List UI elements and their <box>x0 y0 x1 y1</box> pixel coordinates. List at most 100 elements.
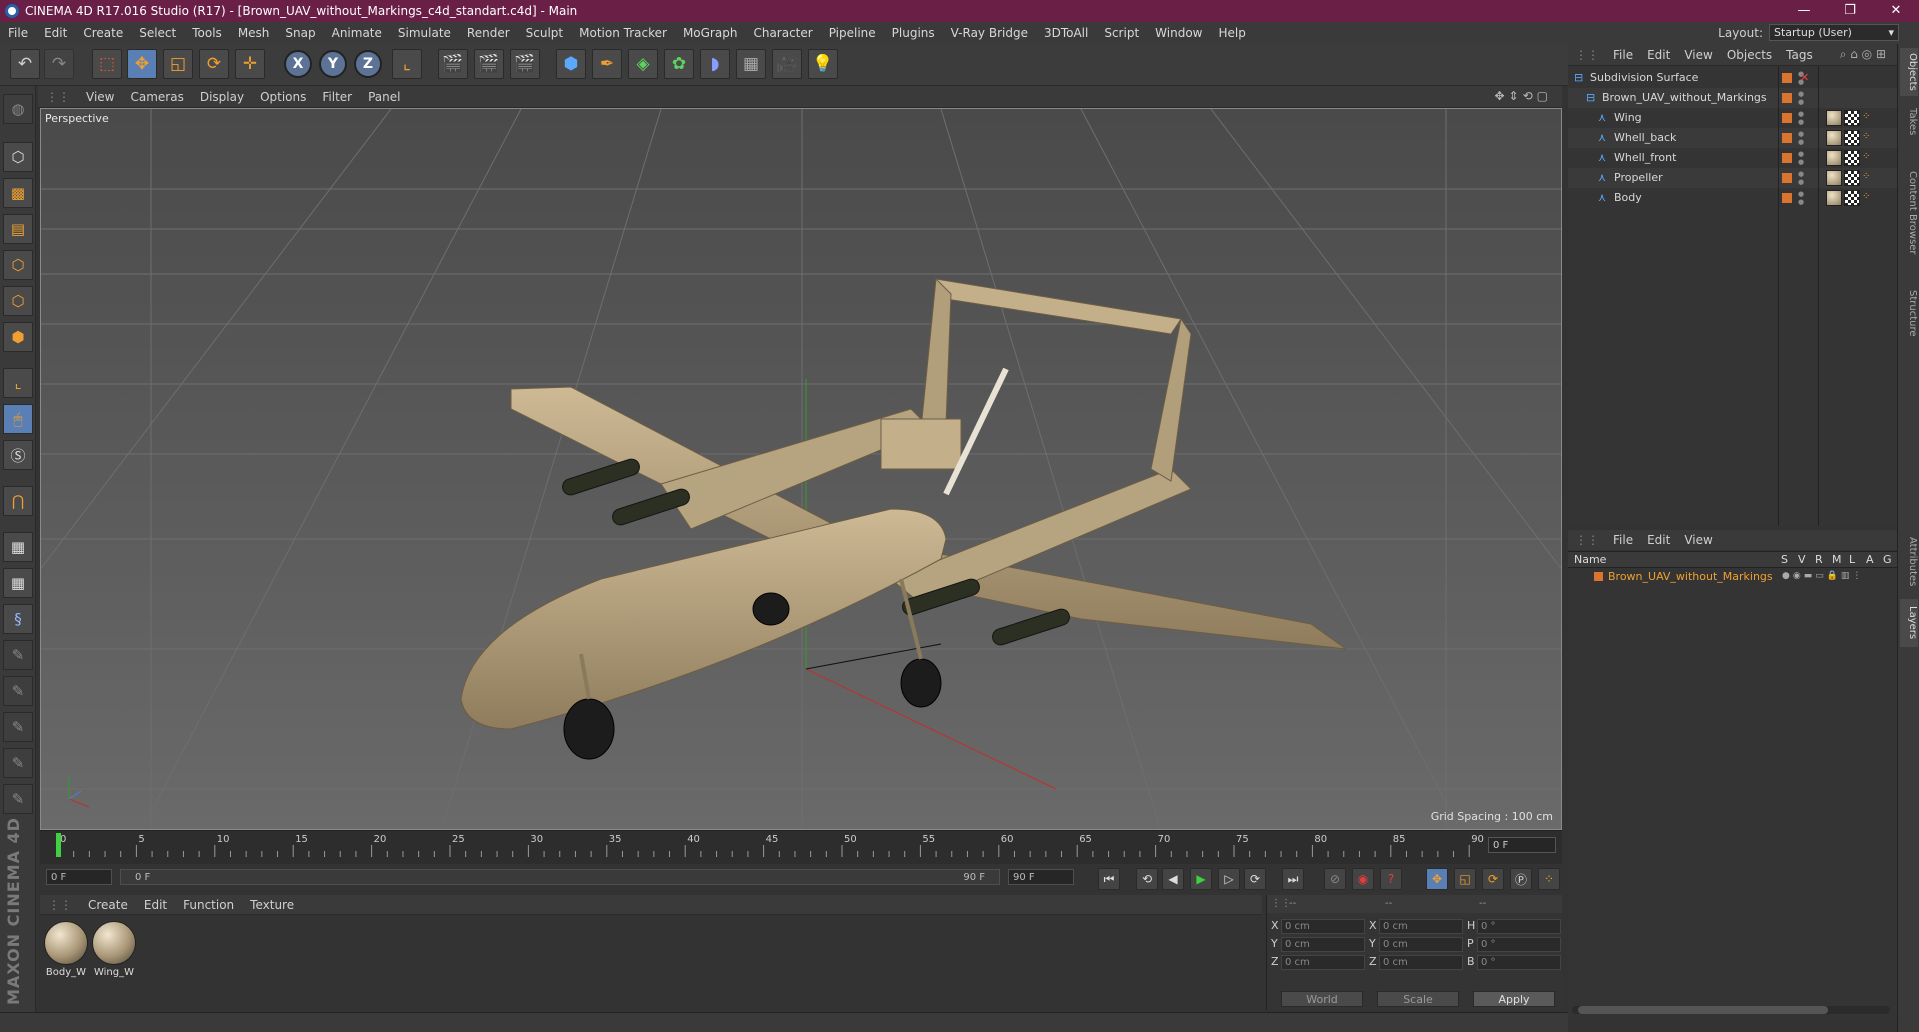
menu-plugins[interactable]: Plugins <box>884 22 943 44</box>
object-row[interactable]: ⋏ Whell_front ● ● ⁘ <box>1568 148 1897 168</box>
layer-color-tag[interactable] <box>1782 173 1792 183</box>
model-mode-button[interactable]: ⬡ <box>3 142 33 172</box>
x-axis-lock-button[interactable]: X <box>284 50 312 78</box>
viewport-menu-cameras[interactable]: Cameras <box>122 90 191 104</box>
key-rotation-button[interactable]: ⟳ <box>1482 868 1504 890</box>
viewport-navigation-icons[interactable]: ✥⇕⟲▢ <box>1494 89 1552 103</box>
object-row[interactable]: ⋏ Whell_back ● ● ⁘ <box>1568 128 1897 148</box>
cloner-button[interactable]: ✿ <box>664 49 694 79</box>
perspective-viewport[interactable]: Perspective Grid Spacing : 100 cm <box>40 108 1562 830</box>
material-menu-edit[interactable]: Edit <box>136 898 175 912</box>
menu-simulate[interactable]: Simulate <box>390 22 459 44</box>
phong-tag-icon[interactable]: ⁘ <box>1862 130 1878 146</box>
menu-select[interactable]: Select <box>131 22 184 44</box>
coordinate-mode-select[interactable]: World <box>1281 991 1363 1007</box>
phong-tag-icon[interactable]: ⁘ <box>1862 150 1878 166</box>
layer-row[interactable]: Brown_UAV_without_Markings ●◉▬▭🔒▥⋮ <box>1568 568 1897 585</box>
material-tag-icon[interactable] <box>1826 190 1842 206</box>
coord-rot-field[interactable]: 0 ° <box>1477 937 1561 952</box>
subdivision-button[interactable]: ◈ <box>628 49 658 79</box>
apply-button[interactable]: Apply <box>1473 991 1555 1007</box>
layer-menu-file[interactable]: File <box>1606 533 1640 547</box>
material-tag-icon[interactable] <box>1826 150 1842 166</box>
floor-button[interactable]: ▦ <box>736 49 766 79</box>
end-frame-field[interactable]: 90 F <box>1008 869 1074 885</box>
visibility-dots-icon[interactable]: ● ● <box>1798 150 1804 166</box>
viewport-menu-panel[interactable]: Panel <box>360 90 408 104</box>
coord-size-field[interactable]: 0 cm <box>1379 919 1463 934</box>
timeline-ruler[interactable]: 0 5 10 15 20 25 30 35 40 45 50 55 60 65 70 75 80 85 90 0 F <box>40 830 1562 864</box>
goto-start-button[interactable]: ⏮ <box>1098 868 1120 890</box>
texture-mode-button[interactable]: ▩ <box>3 178 33 208</box>
keyframe-selection-button[interactable]: ? <box>1380 868 1402 890</box>
menu-render[interactable]: Render <box>459 22 518 44</box>
viewport-menu-view[interactable]: View <box>78 90 122 104</box>
uvw-tag-icon[interactable] <box>1844 130 1860 146</box>
visibility-dots-icon[interactable]: ● ● <box>1798 110 1804 126</box>
layer-color-tag[interactable] <box>1782 113 1792 123</box>
disable-x-icon[interactable]: ✕ <box>1800 68 1809 88</box>
menu-sculpt[interactable]: Sculpt <box>518 22 571 44</box>
visibility-dots-icon[interactable]: ● ● <box>1798 130 1804 146</box>
uvw-tag-icon[interactable] <box>1844 190 1860 206</box>
live-selection-button[interactable]: ⬚ <box>92 49 122 79</box>
material-tag-icon[interactable] <box>1826 130 1842 146</box>
viewport-menu-options[interactable]: Options <box>252 90 314 104</box>
python-button[interactable]: § <box>3 604 33 634</box>
key-scale-button[interactable]: ◱ <box>1454 868 1476 890</box>
coord-size-field[interactable]: 0 cm <box>1379 937 1463 952</box>
object-menu-objects[interactable]: Objects <box>1720 48 1779 62</box>
coordinate-system-button[interactable]: ⌞ <box>392 49 422 79</box>
paint-button[interactable]: ✎ <box>3 676 33 706</box>
prev-key-button[interactable]: ⟲ <box>1136 868 1158 890</box>
material-swatch[interactable]: Body_W <box>44 921 88 978</box>
layer-menu-view[interactable]: View <box>1677 533 1719 547</box>
coord-size-field[interactable]: 0 cm <box>1379 955 1463 970</box>
close-button[interactable]: ✕ <box>1873 0 1919 22</box>
menu-tools[interactable]: Tools <box>184 22 230 44</box>
menu-mograph[interactable]: MoGraph <box>675 22 746 44</box>
material-menu-texture[interactable]: Texture <box>242 898 302 912</box>
scale-tool-button[interactable]: ◱ <box>163 49 193 79</box>
next-frame-button[interactable]: ▷ <box>1218 868 1240 890</box>
object-row[interactable]: ⋏ Body ● ● ⁘ <box>1568 188 1897 208</box>
coord-pos-field[interactable]: 0 cm <box>1281 937 1365 952</box>
coordinate-scale-select[interactable]: Scale <box>1377 991 1459 1007</box>
polygons-mode-button[interactable]: ⬢ <box>3 322 33 352</box>
move-tool-button[interactable]: ✥ <box>127 49 157 79</box>
next-key-button[interactable]: ⟳ <box>1244 868 1266 890</box>
minimize-button[interactable]: — <box>1781 0 1827 22</box>
goto-end-button[interactable]: ⏭ <box>1282 868 1304 890</box>
light-button[interactable]: 💡 <box>808 49 838 79</box>
material-menu-create[interactable]: Create <box>80 898 136 912</box>
render-picture-viewer-button[interactable]: 🎬 <box>474 49 504 79</box>
smooth-button[interactable]: ✎ <box>3 748 33 778</box>
layer-color-tag[interactable] <box>1782 193 1792 203</box>
visibility-dots-icon[interactable]: ● ● <box>1798 170 1804 186</box>
layer-color-swatch[interactable] <box>1594 572 1603 581</box>
coord-pos-field[interactable]: 0 cm <box>1281 955 1365 970</box>
phong-tag-icon[interactable]: ⁘ <box>1862 190 1878 206</box>
menu-animate[interactable]: Animate <box>324 22 390 44</box>
planar-workplane-button[interactable]: ▦ <box>3 568 33 598</box>
visibility-dots-icon[interactable]: ● ● <box>1798 90 1804 106</box>
object-search-icon[interactable]: ⌕ ⌂ ◎ ⊞ <box>1833 47 1893 62</box>
layer-flag-icons[interactable]: ●◉▬▭🔒▥⋮ <box>1782 568 1864 585</box>
tweak-mode-button[interactable]: 🖱 <box>3 404 33 434</box>
workplane-mode-button[interactable]: ▤ <box>3 214 33 244</box>
points-mode-button[interactable]: ⬡ <box>3 250 33 280</box>
uvw-tag-icon[interactable] <box>1844 170 1860 186</box>
maximize-button[interactable]: ❐ <box>1827 0 1873 22</box>
object-row[interactable]: ⋏ Wing ● ● ⁘ <box>1568 108 1897 128</box>
sculpt-brush-button[interactable]: ✎ <box>3 640 33 670</box>
tab-attributes[interactable]: Attributes <box>1900 529 1918 595</box>
relax-button[interactable]: ✎ <box>3 712 33 742</box>
phong-tag-icon[interactable]: ⁘ <box>1862 170 1878 186</box>
material-tag-icon[interactable] <box>1826 170 1842 186</box>
deformer-button[interactable]: ◗ <box>700 49 730 79</box>
menu-character[interactable]: Character <box>745 22 820 44</box>
object-menu-tags[interactable]: Tags <box>1779 48 1820 62</box>
uvw-tag-icon[interactable] <box>1844 150 1860 166</box>
edges-mode-button[interactable]: ⬡ <box>3 286 33 316</box>
magnet-button[interactable]: ⋂ <box>3 486 33 516</box>
